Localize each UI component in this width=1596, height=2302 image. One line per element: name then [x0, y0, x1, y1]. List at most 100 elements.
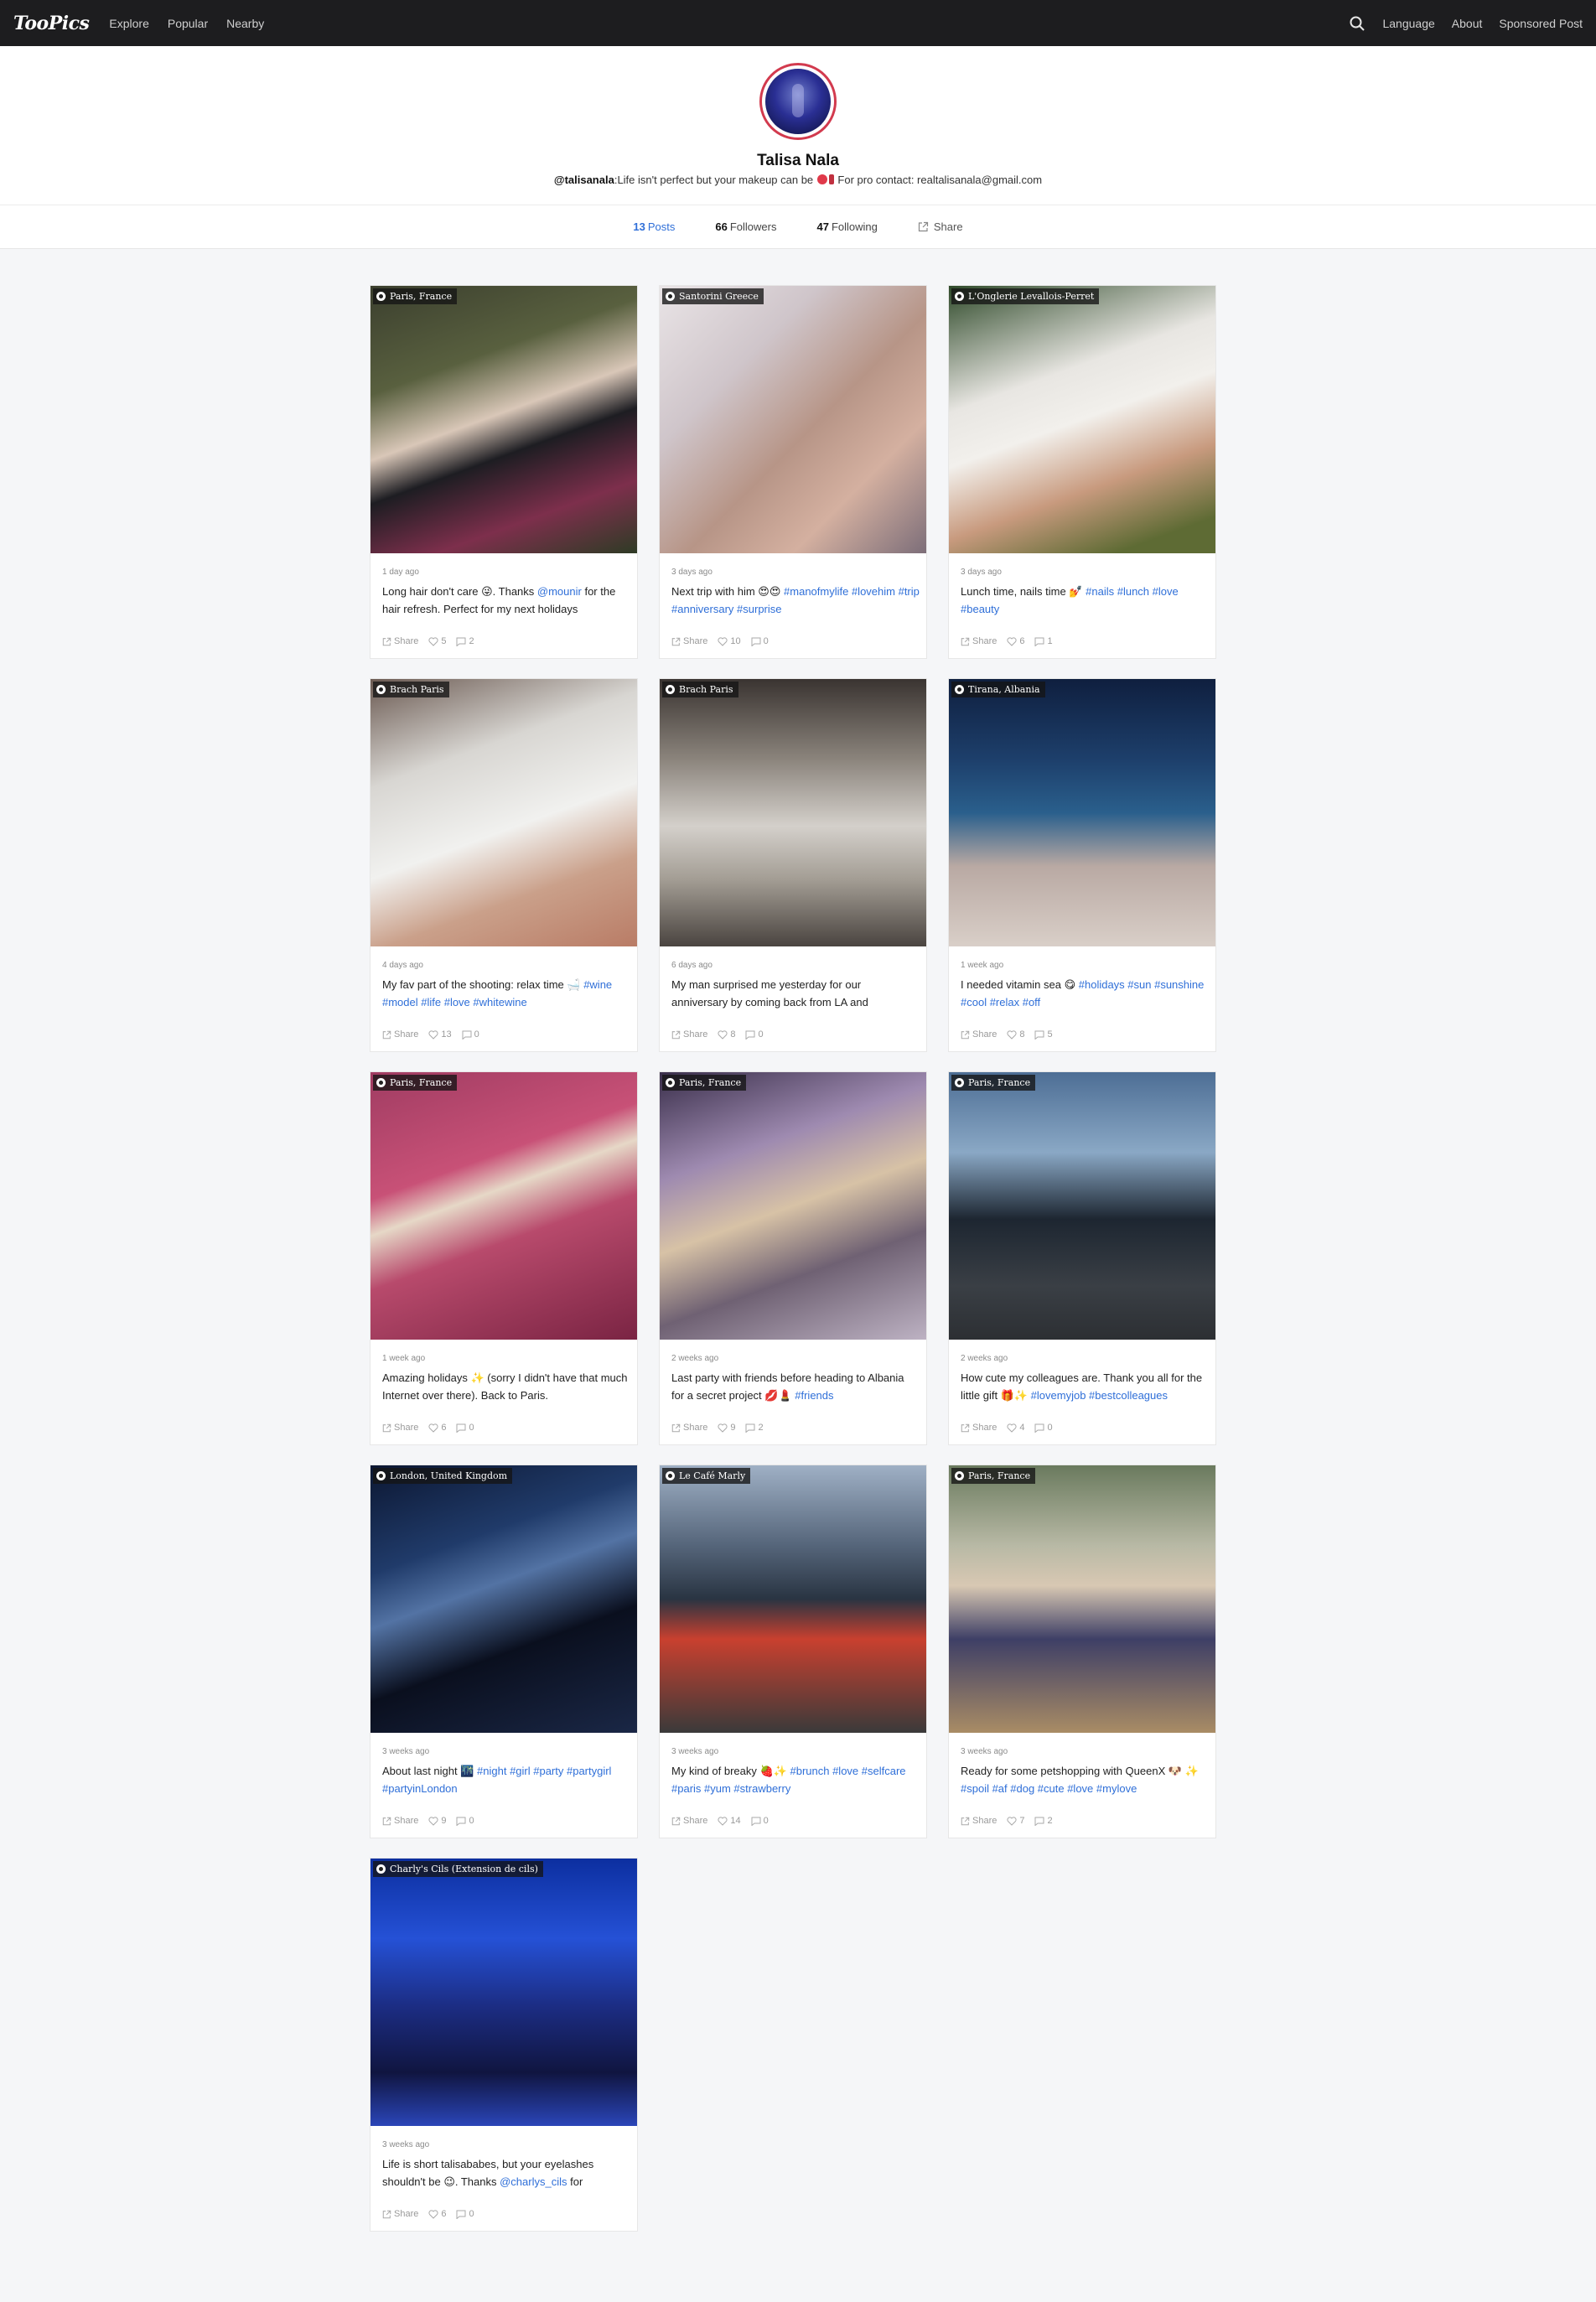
post-photo[interactable]: London, United Kingdom	[370, 1465, 637, 1733]
like-button[interactable]: 5	[428, 636, 446, 646]
comment-button[interactable]: 2	[1034, 1816, 1053, 1826]
post-photo[interactable]: Paris, France	[949, 1465, 1215, 1733]
post-photo[interactable]: L'Onglerie Levallois-Perret	[949, 286, 1215, 553]
nav-popular[interactable]: Popular	[168, 17, 208, 30]
logo[interactable]: TooPics	[13, 13, 90, 34]
like-button[interactable]: 14	[718, 1816, 741, 1826]
comment-button[interactable]: 2	[745, 1423, 764, 1433]
share-button[interactable]: Share	[961, 1029, 997, 1040]
share-button[interactable]: Share	[382, 2209, 418, 2219]
post-photo[interactable]: Brach Paris	[660, 679, 926, 946]
like-button[interactable]: 8	[1007, 1029, 1024, 1040]
location-tag[interactable]: London, United Kingdom	[373, 1468, 513, 1484]
nav-sponsored-post[interactable]: Sponsored Post	[1499, 17, 1583, 30]
caption-tags[interactable]: @mounir	[537, 585, 582, 598]
post-card[interactable]: Brach Paris 4 days ago My fav part of the …	[370, 678, 638, 1052]
post-card[interactable]: Tirana, Albania 1 week ago I needed vitami…	[948, 678, 1216, 1052]
location-tag[interactable]: Paris, France	[951, 1075, 1036, 1091]
comment-button[interactable]: 0	[456, 2209, 474, 2219]
post-photo[interactable]: Santorini Greece	[660, 286, 926, 553]
share-button[interactable]: Share	[671, 636, 707, 646]
caption-tags[interactable]: #lovemyjob #bestcolleagues	[1031, 1389, 1168, 1402]
comment-button[interactable]: 2	[456, 636, 474, 646]
nav-language[interactable]: Language	[1382, 17, 1434, 30]
share-button[interactable]: Share	[382, 1423, 418, 1433]
post-card[interactable]: Le Café Marly 3 weeks ago My kind of break…	[659, 1465, 927, 1838]
nav-explore[interactable]: Explore	[109, 17, 148, 30]
caption-tags[interactable]: @charlys_cils	[500, 2175, 567, 2188]
location-tag[interactable]: Paris, France	[951, 1468, 1036, 1484]
like-button[interactable]: 10	[718, 636, 741, 646]
like-button[interactable]: 6	[428, 1423, 446, 1433]
comment-button[interactable]: 0	[1034, 1423, 1053, 1433]
post-card[interactable]: London, United Kingdom 3 weeks ago About l…	[370, 1465, 638, 1838]
share-button[interactable]: Share	[382, 636, 418, 646]
like-button[interactable]: 7	[1007, 1816, 1024, 1826]
location-label: Paris, France	[968, 1077, 1031, 1088]
share-button[interactable]: Share	[382, 1029, 418, 1040]
profile-handle[interactable]: @talisanala	[554, 174, 614, 186]
tab-followers[interactable]: 66 Followers	[715, 220, 776, 233]
post-photo[interactable]: Tirana, Albania	[949, 679, 1215, 946]
like-button[interactable]: 6	[428, 2209, 446, 2219]
tab-following[interactable]: 47 Following	[816, 220, 877, 233]
share-button[interactable]: Share	[961, 636, 997, 646]
location-tag[interactable]: Charly's Cils (Extension de cils)	[373, 1861, 543, 1877]
post-photo[interactable]: Le Café Marly	[660, 1465, 926, 1733]
search-icon[interactable]	[1349, 15, 1365, 32]
nav-about[interactable]: About	[1452, 17, 1483, 30]
comment-button[interactable]: 0	[751, 1816, 769, 1826]
location-tag[interactable]: Le Café Marly	[662, 1468, 751, 1484]
location-tag[interactable]: Paris, France	[373, 288, 458, 304]
post-card[interactable]: Paris, France 3 weeks ago Ready for some p…	[948, 1465, 1216, 1838]
location-tag[interactable]: L'Onglerie Levallois-Perret	[951, 288, 1100, 304]
post-card[interactable]: Paris, France 2 weeks ago Last party with …	[659, 1071, 927, 1445]
comment-button[interactable]: 0	[745, 1029, 764, 1040]
share-button[interactable]: Share	[961, 1423, 997, 1433]
post-photo[interactable]: Paris, France	[660, 1072, 926, 1340]
comment-button[interactable]: 0	[462, 1029, 479, 1040]
like-button[interactable]: 4	[1007, 1423, 1024, 1433]
post-card[interactable]: Santorini Greece 3 days ago Next trip with…	[659, 285, 927, 659]
location-tag[interactable]: Santorini Greece	[662, 288, 764, 304]
caption-tags[interactable]: #friends	[795, 1389, 833, 1402]
location-tag[interactable]: Paris, France	[373, 1075, 458, 1091]
comment-button[interactable]: 5	[1034, 1029, 1053, 1040]
share-button[interactable]: Share	[961, 1816, 997, 1826]
comment-button[interactable]: 0	[751, 636, 769, 646]
like-button[interactable]: 9	[718, 1423, 735, 1433]
share-button[interactable]: Share	[671, 1029, 707, 1040]
post-card[interactable]: Paris, France 1 week ago Amazing holidays …	[370, 1071, 638, 1445]
location-tag[interactable]: Brach Paris	[662, 682, 738, 697]
like-button[interactable]: 8	[718, 1029, 735, 1040]
share-button[interactable]: Share	[671, 1816, 707, 1826]
post-photo[interactable]: Charly's Cils (Extension de cils)	[370, 1859, 637, 2126]
post-photo[interactable]: Paris, France	[949, 1072, 1215, 1340]
location-tag[interactable]: Brach Paris	[373, 682, 449, 697]
like-button[interactable]: 13	[428, 1029, 452, 1040]
post-photo[interactable]: Paris, France	[370, 1072, 637, 1340]
post-card[interactable]: L'Onglerie Levallois-Perret 3 days ago Lun…	[948, 285, 1216, 659]
location-tag[interactable]: Tirana, Albania	[951, 682, 1045, 697]
comment-button[interactable]: 1	[1034, 636, 1053, 646]
like-button[interactable]: 6	[1007, 636, 1024, 646]
location-tag[interactable]: Paris, France	[662, 1075, 747, 1091]
post-card[interactable]: Paris, France 1 day ago Long hair don't ca…	[370, 285, 638, 659]
tab-posts[interactable]: 13 Posts	[633, 220, 675, 233]
post-card[interactable]: Charly's Cils (Extension de cils) 3 weeks…	[370, 1858, 638, 2232]
comment-button[interactable]: 0	[456, 1423, 474, 1433]
comment-icon	[1034, 1030, 1044, 1040]
nav-nearby[interactable]: Nearby	[226, 17, 264, 30]
post-photo[interactable]: Brach Paris	[370, 679, 637, 946]
caption-tags[interactable]: #spoil #af #dog #cute #love #mylove	[961, 1782, 1137, 1795]
comment-button[interactable]: 0	[456, 1816, 474, 1826]
post-card[interactable]: Paris, France 2 weeks ago How cute my coll…	[948, 1071, 1216, 1445]
avatar[interactable]	[759, 63, 837, 140]
share-profile-button[interactable]: Share	[918, 220, 963, 233]
post-photo[interactable]: Paris, France	[370, 286, 637, 553]
share-button[interactable]: Share	[382, 1816, 418, 1826]
share-button[interactable]: Share	[671, 1423, 707, 1433]
like-button[interactable]: 9	[428, 1816, 446, 1826]
post-card[interactable]: Brach Paris 6 days ago My man surprised me…	[659, 678, 927, 1052]
bio-contact: For pro contact: realtalisanala@gmail.co…	[834, 174, 1043, 186]
